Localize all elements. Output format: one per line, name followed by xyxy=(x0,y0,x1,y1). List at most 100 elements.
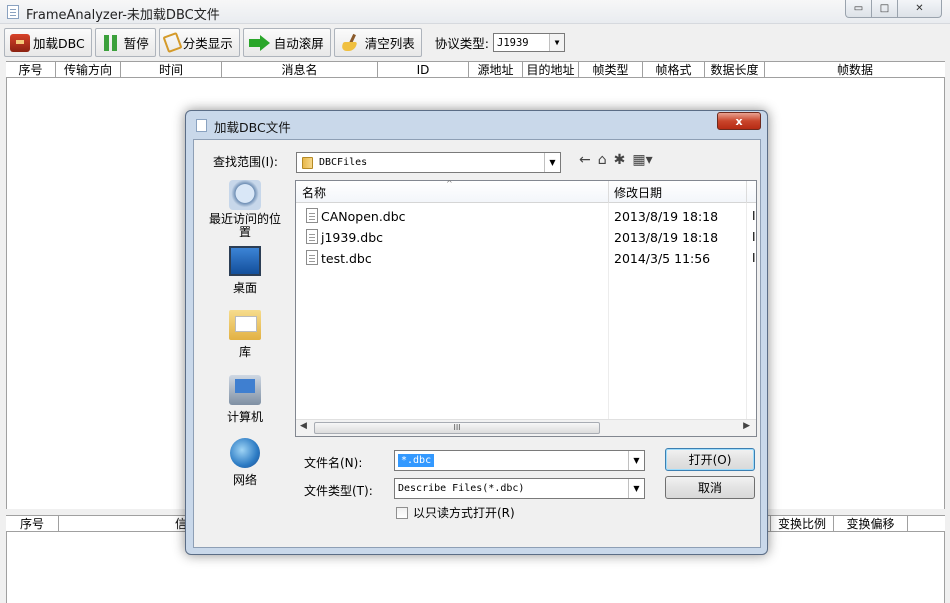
document-icon xyxy=(196,119,207,132)
category-label: 分类显示 xyxy=(182,36,233,51)
window-controls: ▭ □ ✕ xyxy=(845,0,942,18)
modified-column-header[interactable]: 修改日期 xyxy=(614,184,662,201)
place-desktop[interactable]: 桌面 xyxy=(196,246,294,296)
dialog-title: 加载DBC文件 xyxy=(214,120,291,135)
places-bar: 最近访问的位置 桌面 库 计算机 网络 xyxy=(196,180,294,487)
file-row[interactable]: CANopen.dbc 2013/8/19 18:18 I xyxy=(296,206,756,227)
app-icon xyxy=(7,5,19,19)
file-date: 2014/3/5 11:56 xyxy=(614,251,711,266)
column-divider[interactable] xyxy=(608,181,609,203)
checkbox-box[interactable] xyxy=(396,506,408,519)
document-icon xyxy=(306,229,318,244)
column-header[interactable]: ID xyxy=(378,62,469,77)
protocol-select[interactable]: J1939 ▼ xyxy=(493,33,565,52)
file-list[interactable]: 名称 ^ 修改日期 CANopen.dbc 2013/8/19 18:18 I … xyxy=(295,179,757,437)
back-arrow-icon[interactable]: ← xyxy=(579,152,591,168)
computer-icon xyxy=(229,375,261,405)
place-computer[interactable]: 计算机 xyxy=(196,375,294,425)
pause-label: 暂停 xyxy=(123,36,149,51)
horizontal-scrollbar[interactable]: ◀ III ▶ xyxy=(296,419,756,436)
column-header[interactable]: 传输方向 xyxy=(56,62,121,77)
minimize-button[interactable]: ▭ xyxy=(845,0,872,18)
file-date: 2013/8/19 18:18 xyxy=(614,209,719,224)
column-header[interactable]: 时间 xyxy=(121,62,222,77)
scroll-left-icon[interactable]: ◀ xyxy=(300,421,307,431)
readonly-checkbox[interactable]: 以只读方式打开(R) xyxy=(396,504,515,521)
place-label: 计算机 xyxy=(226,410,263,424)
place-network[interactable]: 网络 xyxy=(196,438,294,488)
toolbar: 加载DBC 暂停 分类显示 自动滚屏 清空列表 协议类型: J1939 ▼ xyxy=(4,27,944,58)
close-icon: x xyxy=(735,114,743,128)
place-label: 网络 xyxy=(232,473,257,487)
pause-icon xyxy=(101,34,121,52)
file-row[interactable]: j1939.dbc 2013/8/19 18:18 I xyxy=(296,227,756,248)
column-header[interactable]: 源地址 xyxy=(469,62,523,77)
name-column-header[interactable]: 名称 xyxy=(302,184,326,201)
file-truncated-column: I xyxy=(752,230,756,244)
pause-button[interactable]: 暂停 xyxy=(94,28,156,57)
column-header[interactable]: 消息名 xyxy=(222,62,378,77)
close-button[interactable]: ✕ xyxy=(898,0,942,18)
file-name-value: *.dbc xyxy=(398,454,435,467)
file-type-value: Describe Files(*.dbc) xyxy=(398,483,525,494)
navigation-buttons: ← ⌂ ✱ ▦▾ xyxy=(579,152,653,168)
column-header[interactable]: 序号 xyxy=(6,62,56,77)
look-in-value: DBCFiles xyxy=(319,157,368,168)
file-name-input[interactable]: *.dbc ▼ xyxy=(394,450,645,471)
column-header[interactable]: 变换偏移 xyxy=(834,516,908,531)
column-header[interactable]: 帧数据 xyxy=(765,62,945,77)
up-folder-icon[interactable]: ⌂ xyxy=(598,152,607,168)
file-row[interactable]: test.dbc 2014/3/5 11:56 I xyxy=(296,248,756,269)
load-dbc-label: 加载DBC xyxy=(33,36,85,51)
column-header[interactable]: 目的地址 xyxy=(523,62,579,77)
toolbox-icon xyxy=(10,33,30,52)
document-icon xyxy=(306,208,318,223)
dialog-close-button[interactable]: x xyxy=(717,112,761,130)
chevron-down-icon[interactable]: ▼ xyxy=(628,479,644,498)
place-recent[interactable]: 最近访问的位置 xyxy=(196,180,294,239)
document-icon xyxy=(306,250,318,265)
dialog-title-bar: 加载DBC文件 x xyxy=(186,111,767,139)
look-in-select[interactable]: DBCFiles ▼ xyxy=(296,152,561,173)
chevron-down-icon[interactable]: ▼ xyxy=(549,34,564,51)
clear-list-button[interactable]: 清空列表 xyxy=(333,28,422,57)
dialog-body: 查找范围(I): DBCFiles ▼ ← ⌂ ✱ ▦▾ 最近访问的位置 桌面 … xyxy=(193,139,761,548)
column-header[interactable]: 帧类型 xyxy=(579,62,643,77)
file-name: test.dbc xyxy=(321,251,372,266)
column-header[interactable]: 帧格式 xyxy=(643,62,705,77)
file-truncated-column: I xyxy=(752,251,756,265)
open-button[interactable]: 打开(O) xyxy=(665,448,755,471)
place-label: 最近访问的位置 xyxy=(208,212,281,239)
network-icon xyxy=(230,438,260,468)
file-name: CANopen.dbc xyxy=(321,209,406,224)
maximize-button[interactable]: □ xyxy=(872,0,898,18)
place-libraries[interactable]: 库 xyxy=(196,310,294,360)
chevron-down-icon[interactable]: ▼ xyxy=(628,451,644,470)
place-label: 桌面 xyxy=(232,281,257,295)
protocol-value: J1939 xyxy=(497,36,529,49)
auto-scroll-button[interactable]: 自动滚屏 xyxy=(242,28,331,57)
file-name: j1939.dbc xyxy=(321,230,383,245)
scrollbar-thumb[interactable]: III xyxy=(314,422,600,434)
file-list-header: 名称 ^ 修改日期 xyxy=(296,179,756,203)
column-header[interactable]: 数据长度 xyxy=(705,62,765,77)
protocol-label: 协议类型: xyxy=(434,36,489,51)
chevron-down-icon[interactable]: ▼ xyxy=(544,153,560,172)
broom-icon xyxy=(340,34,362,52)
column-header[interactable]: 变换比例 xyxy=(770,516,834,531)
file-type-select[interactable]: Describe Files(*.dbc) ▼ xyxy=(394,478,645,499)
load-dbc-dialog: 加载DBC文件 x 查找范围(I): DBCFiles ▼ ← ⌂ ✱ ▦▾ 最… xyxy=(185,110,768,555)
column-header[interactable]: 序号 xyxy=(6,516,59,531)
view-menu-icon[interactable]: ▦▾ xyxy=(632,152,652,168)
desktop-icon xyxy=(229,246,261,276)
column-divider[interactable] xyxy=(746,181,747,203)
window-title: FrameAnalyzer-未加载DBC文件 xyxy=(26,8,220,23)
load-dbc-button[interactable]: 加载DBC xyxy=(4,28,92,57)
auto-scroll-label: 自动滚屏 xyxy=(273,36,324,51)
category-button[interactable]: 分类显示 xyxy=(158,28,240,57)
cancel-button[interactable]: 取消 xyxy=(665,476,755,499)
scroll-right-icon[interactable]: ▶ xyxy=(743,421,750,431)
folder-icon xyxy=(302,156,313,169)
new-folder-icon[interactable]: ✱ xyxy=(614,152,626,168)
look-in-label: 查找范围(I): xyxy=(213,155,278,169)
